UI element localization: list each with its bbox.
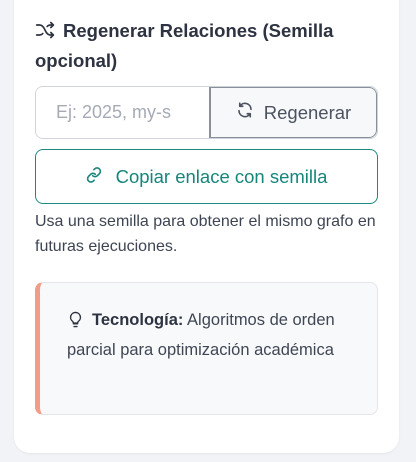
tip-label: Tecnología: [92, 311, 184, 329]
link-icon [86, 166, 102, 188]
panel-title: Regenerar Relaciones (Semilla opcional) [35, 16, 380, 76]
tech-tip-box: Tecnología: Algoritmos de orden parcial … [35, 282, 378, 415]
refresh-icon [236, 101, 254, 124]
seed-row: Regenerar [35, 86, 378, 139]
panel-title-text: Regenerar Relaciones (Semilla opcional) [35, 20, 334, 71]
seed-hint: Usa una semilla para obtener el mismo gr… [35, 213, 376, 255]
seed-input[interactable] [36, 87, 209, 138]
regenerate-button[interactable]: Regenerar [209, 87, 377, 138]
regenerate-label: Regenerar [263, 101, 352, 123]
copy-link-button[interactable]: Copiar enlace con semilla [35, 149, 378, 204]
copy-link-label: Copiar enlace con semilla [115, 165, 328, 187]
shuffle-icon [35, 19, 55, 39]
lightbulb-icon [67, 308, 84, 328]
